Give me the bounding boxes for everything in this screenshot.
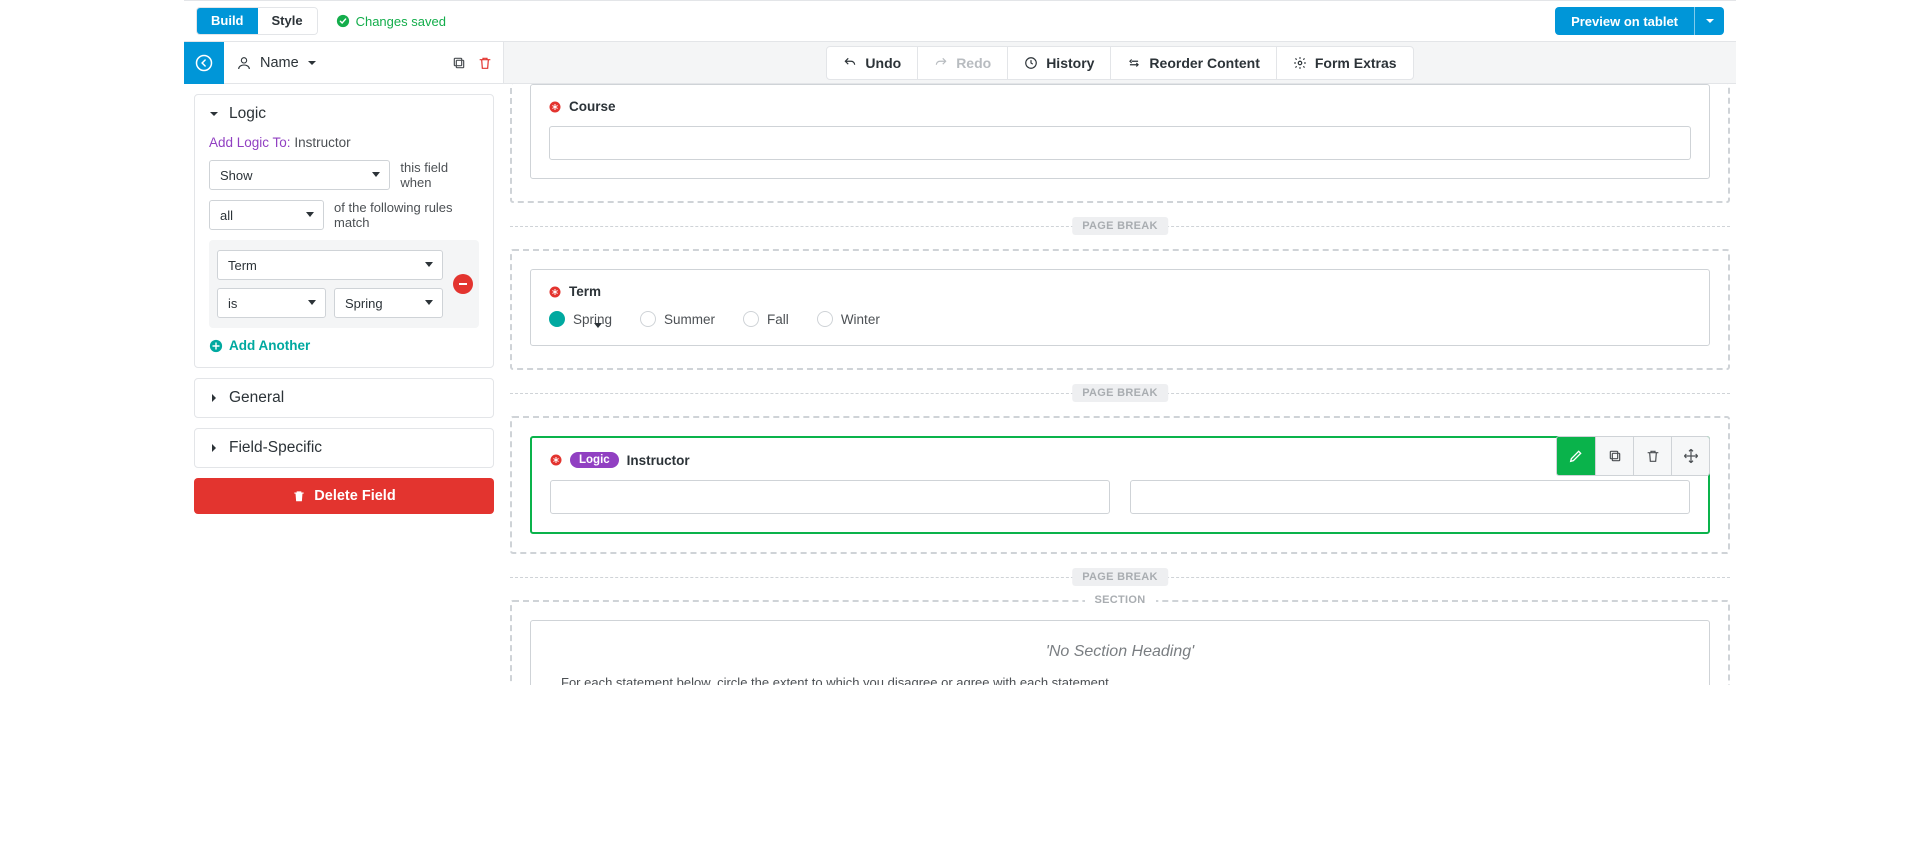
- canvas-utils: Undo Redo History Reorder Content Form E…: [826, 46, 1413, 80]
- required-icon: [549, 101, 561, 113]
- rule-operator-select[interactable]: is: [217, 288, 326, 318]
- course-input[interactable]: [549, 126, 1691, 160]
- person-icon: [236, 55, 252, 71]
- trash-icon: [292, 489, 306, 503]
- section-card[interactable]: 'No Section Heading' For each statement …: [530, 620, 1710, 685]
- preview-dropdown[interactable]: [1694, 7, 1724, 35]
- logic-action-select[interactable]: Show: [209, 160, 390, 190]
- field-specific-panel: Field-Specific: [194, 428, 494, 468]
- check-circle-icon: [336, 14, 350, 28]
- logic-rule: Term is Spring: [209, 240, 479, 328]
- delete-field-icon-button[interactable]: [1633, 437, 1671, 475]
- trash-icon: [1645, 448, 1661, 464]
- field-crumb: Name: [184, 42, 504, 83]
- page-break-divider[interactable]: PAGE BREAK: [510, 215, 1730, 237]
- reorder-button[interactable]: Reorder Content: [1111, 47, 1276, 79]
- move-icon: [1683, 448, 1699, 464]
- undo-icon: [843, 56, 857, 70]
- redo-icon: [934, 56, 948, 70]
- term-option-summer[interactable]: Summer: [640, 311, 715, 327]
- preview-button[interactable]: Preview on tablet: [1555, 7, 1694, 35]
- section-divider-label: SECTION: [1085, 594, 1156, 606]
- duplicate-icon: [1607, 448, 1623, 464]
- field-selector[interactable]: Name: [224, 55, 451, 71]
- term-option-winter[interactable]: Winter: [817, 311, 880, 327]
- section-description: For each statement below, circle the ext…: [549, 675, 1691, 685]
- action-suffix-text: this field when: [400, 160, 479, 190]
- build-tab[interactable]: Build: [197, 8, 258, 34]
- top-toolbar: Build Style Changes saved Preview on tab…: [184, 0, 1736, 42]
- field-toolbar: [1556, 436, 1710, 476]
- redo-button[interactable]: Redo: [918, 47, 1008, 79]
- section-heading: 'No Section Heading': [549, 643, 1691, 661]
- chevron-left-icon: [195, 54, 213, 72]
- form-canvas: Course PAGE BREAK Term Spring Summer Fal…: [504, 84, 1736, 685]
- instructor-first-input[interactable]: [550, 480, 1110, 514]
- instructor-last-input[interactable]: [1130, 480, 1690, 514]
- delete-field-button[interactable]: Delete Field: [194, 478, 494, 514]
- gear-icon: [1293, 56, 1307, 70]
- term-option-fall[interactable]: Fall: [743, 311, 789, 327]
- logic-panel: Logic Add Logic To: Instructor Show this…: [194, 94, 494, 368]
- match-suffix-text: of the following rules match: [334, 200, 479, 230]
- caret-down-icon: [1705, 16, 1715, 26]
- mode-toggle: Build Style: [196, 7, 318, 35]
- term-field[interactable]: Term Spring Summer Fall Winter: [530, 269, 1710, 346]
- general-panel: General: [194, 378, 494, 418]
- clock-icon: [1024, 56, 1038, 70]
- duplicate-field-button[interactable]: [1595, 437, 1633, 475]
- remove-rule-button[interactable]: [453, 274, 473, 294]
- style-tab[interactable]: Style: [258, 8, 317, 34]
- course-field[interactable]: Course: [530, 84, 1710, 179]
- caret-right-icon: [209, 443, 219, 453]
- edit-field-button[interactable]: [1557, 437, 1595, 475]
- save-status: Changes saved: [336, 14, 446, 29]
- move-field-button[interactable]: [1671, 437, 1709, 475]
- history-button[interactable]: History: [1008, 47, 1111, 79]
- add-rule-button[interactable]: Add Another: [209, 338, 479, 353]
- rule-value-select[interactable]: Spring: [334, 288, 443, 318]
- preview-group: Preview on tablet: [1555, 7, 1724, 35]
- term-option-spring[interactable]: Spring: [549, 311, 612, 327]
- logic-match-select[interactable]: all: [209, 200, 324, 230]
- secondary-toolbar: Name Undo Redo History Reorder Conte: [184, 42, 1736, 84]
- caret-down-icon: [307, 58, 317, 68]
- required-icon: [549, 286, 561, 298]
- field-name-label: Name: [260, 55, 299, 71]
- reorder-icon: [1127, 56, 1141, 70]
- field-specific-panel-header[interactable]: Field-Specific: [195, 429, 493, 467]
- undo-button[interactable]: Undo: [827, 47, 918, 79]
- duplicate-icon[interactable]: [451, 55, 467, 71]
- form-extras-button[interactable]: Form Extras: [1277, 47, 1413, 79]
- caret-right-icon: [209, 393, 219, 403]
- logic-panel-header[interactable]: Logic: [195, 95, 493, 133]
- logic-badge: Logic: [570, 452, 619, 468]
- page-break-divider[interactable]: PAGE BREAK: [510, 382, 1730, 404]
- instructor-field-selected[interactable]: Logic Instructor: [530, 436, 1710, 534]
- plus-circle-icon: [209, 339, 223, 353]
- general-panel-header[interactable]: General: [195, 379, 493, 417]
- page-break-divider[interactable]: PAGE BREAK: [510, 566, 1730, 588]
- add-logic-to-label: Add Logic To: Instructor: [209, 135, 479, 150]
- trash-icon[interactable]: [477, 55, 493, 71]
- rule-field-select[interactable]: Term: [217, 250, 443, 280]
- caret-down-icon: [209, 109, 219, 119]
- field-settings-sidebar: Logic Add Logic To: Instructor Show this…: [184, 84, 504, 685]
- pencil-icon: [1568, 448, 1584, 464]
- required-icon: [550, 454, 562, 466]
- back-button[interactable]: [184, 42, 224, 84]
